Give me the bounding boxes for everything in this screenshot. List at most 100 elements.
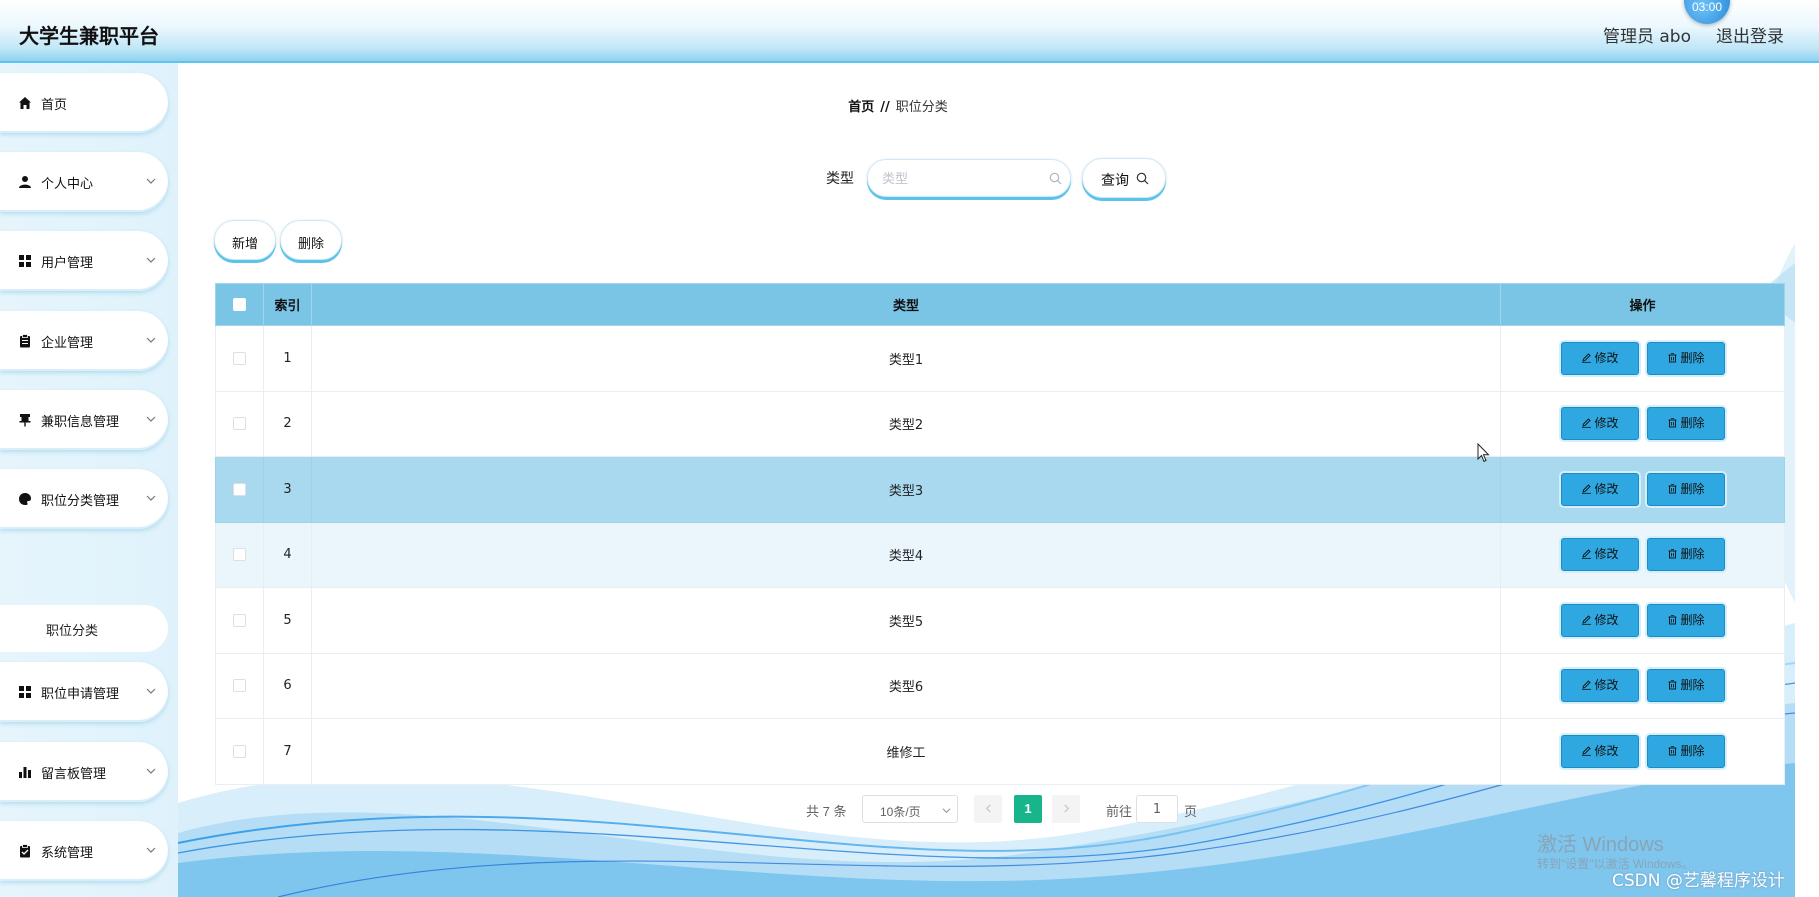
- row-select-cell[interactable]: [215, 718, 264, 785]
- sidebar-item-parttime[interactable]: 兼职信息管理: [0, 390, 168, 450]
- table-row[interactable]: 1 类型1 修改 删除: [215, 325, 1785, 392]
- sidebar-item-messages[interactable]: 留言板管理: [0, 742, 168, 802]
- batch-delete-button[interactable]: 删除: [280, 220, 342, 260]
- edit-button[interactable]: 修改: [1560, 472, 1639, 506]
- row-index: 6: [262, 652, 312, 719]
- sidebar-item-users[interactable]: 用户管理: [0, 231, 168, 291]
- edit-button[interactable]: 修改: [1560, 669, 1639, 703]
- row-checkbox[interactable]: [232, 613, 246, 627]
- add-button[interactable]: 新增: [214, 220, 276, 260]
- delete-button[interactable]: 删除: [1646, 472, 1725, 506]
- delete-button-label: 删除: [1680, 612, 1705, 627]
- delete-button[interactable]: 删除: [1646, 407, 1725, 441]
- edit-button[interactable]: 修改: [1560, 734, 1639, 768]
- goto-page-input[interactable]: [1136, 795, 1178, 823]
- sidebar-item-system[interactable]: 系统管理: [0, 821, 168, 881]
- sidebar-item-company[interactable]: 企业管理: [0, 311, 168, 371]
- batch-delete-button-label: 删除: [297, 237, 324, 252]
- delete-button[interactable]: 删除: [1646, 341, 1725, 375]
- row-checkbox[interactable]: [232, 351, 246, 365]
- table-row[interactable]: 3 类型3 修改 删除: [215, 456, 1785, 523]
- sidebar-item-home[interactable]: 首页: [0, 73, 168, 133]
- table-row[interactable]: 4 类型4 修改 删除: [215, 521, 1785, 588]
- delete-button-label: 删除: [1680, 350, 1705, 365]
- row-type: 类型1: [310, 325, 1502, 392]
- sidebar: 首页 个人中心 用户管理 企业管理 兼职信息管理 职位分类管理 职位分类 职位申…: [0, 63, 178, 897]
- table-row[interactable]: 2 类型2 修改 删除: [215, 390, 1785, 457]
- table-row[interactable]: 5 类型5 修改 删除: [215, 587, 1785, 654]
- row-checkbox[interactable]: [232, 548, 246, 562]
- select-all-checkbox[interactable]: [232, 298, 246, 311]
- row-index: 2: [262, 390, 312, 457]
- page-size-select[interactable]: 10条/页: [862, 795, 958, 823]
- delete-button-label: 删除: [1680, 547, 1705, 562]
- table-row[interactable]: 7 维修工 修改 删除: [215, 718, 1785, 785]
- edit-button[interactable]: 修改: [1560, 603, 1639, 637]
- top-header: 大学生兼职平台 管理员 abo 退出登录 03:00: [0, 0, 1819, 63]
- delete-button[interactable]: 删除: [1646, 734, 1725, 768]
- sidebar-item-application[interactable]: 职位申请管理: [0, 662, 168, 722]
- windows-activation-watermark: 激活 Windows: [1537, 834, 1664, 856]
- sidebar-item-profile[interactable]: 个人中心: [0, 152, 168, 212]
- edit-icon: [1581, 615, 1591, 625]
- palette-icon: [19, 493, 31, 505]
- add-button-label: 新增: [231, 237, 258, 252]
- header-select-all[interactable]: [215, 283, 264, 326]
- trash-icon: [1668, 745, 1677, 756]
- row-checkbox[interactable]: [232, 417, 246, 431]
- bar-chart-icon: [19, 767, 31, 778]
- row-checkbox[interactable]: [232, 482, 246, 496]
- search-type-input[interactable]: [882, 169, 1042, 189]
- delete-button[interactable]: 删除: [1646, 669, 1725, 703]
- row-ops: 修改 删除: [1500, 325, 1785, 392]
- delete-button-label: 删除: [1680, 481, 1705, 496]
- current-user: 管理员 abo: [1602, 27, 1691, 47]
- main-content: 首页//职位分类 类型 查询 新增 删除 索引 类型 操作 1类型1修改删除2类…: [178, 63, 1795, 897]
- delete-button[interactable]: 删除: [1646, 603, 1725, 637]
- prev-page-button[interactable]: [974, 795, 1002, 823]
- header-ops: 操作: [1500, 283, 1785, 326]
- row-select-cell[interactable]: [215, 587, 264, 654]
- edit-icon: [1581, 680, 1591, 690]
- header-type: 类型: [310, 283, 1502, 326]
- breadcrumb-separator: //: [880, 100, 890, 115]
- sidebar-item-label: 用户管理: [41, 256, 94, 271]
- row-checkbox[interactable]: [232, 744, 246, 758]
- sidebar-item-label: 企业管理: [41, 336, 94, 351]
- row-select-cell[interactable]: [215, 521, 264, 588]
- chevron-down-icon: [146, 178, 156, 184]
- delete-button[interactable]: 删除: [1646, 538, 1725, 572]
- sidebar-item-label: 留言板管理: [41, 767, 107, 782]
- sidebar-item-category[interactable]: 职位分类管理: [0, 469, 168, 529]
- row-select-cell[interactable]: [215, 456, 264, 523]
- app-title: 大学生兼职平台: [19, 24, 159, 48]
- edit-icon: [1581, 484, 1591, 494]
- edit-button[interactable]: 修改: [1560, 538, 1639, 572]
- sidebar-item-label: 个人中心: [41, 177, 94, 192]
- chevron-down-icon: [146, 768, 156, 774]
- edit-button[interactable]: 修改: [1560, 407, 1639, 441]
- row-ops: 修改 删除: [1500, 456, 1785, 523]
- next-page-button[interactable]: [1052, 795, 1080, 823]
- edit-button-label: 修改: [1594, 612, 1619, 627]
- page-number-current[interactable]: 1: [1014, 795, 1042, 823]
- table-row[interactable]: 6 类型6 修改 删除: [215, 652, 1785, 719]
- csdn-watermark: CSDN @艺馨程序设计: [1612, 871, 1785, 891]
- clipboard-icon: [20, 334, 30, 348]
- row-select-cell[interactable]: [215, 390, 264, 457]
- delete-button-label: 删除: [1680, 416, 1705, 431]
- query-button[interactable]: 查询: [1082, 158, 1166, 198]
- edit-button-label: 修改: [1594, 481, 1619, 496]
- grid-icon: [19, 686, 31, 698]
- row-ops: 修改 删除: [1500, 652, 1785, 719]
- row-select-cell[interactable]: [215, 325, 264, 392]
- edit-button[interactable]: 修改: [1560, 341, 1639, 375]
- row-select-cell[interactable]: [215, 652, 264, 719]
- chevron-left-icon: [985, 804, 991, 813]
- logout-link[interactable]: 退出登录: [1716, 22, 1784, 47]
- row-checkbox[interactable]: [232, 679, 246, 693]
- breadcrumb-home[interactable]: 首页: [848, 100, 874, 115]
- submenu-item-category[interactable]: 职位分类: [0, 605, 168, 652]
- chevron-up-icon: [146, 495, 156, 501]
- row-type: 类型3: [310, 456, 1502, 523]
